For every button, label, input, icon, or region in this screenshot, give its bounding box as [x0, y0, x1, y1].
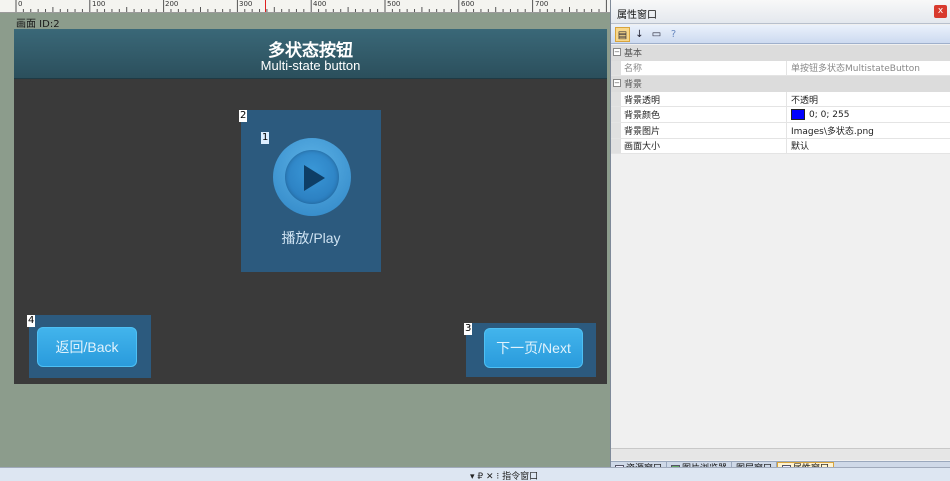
play-triangle-icon [304, 165, 325, 191]
categorized-view-icon[interactable]: ▤ [615, 27, 630, 42]
color-swatch[interactable] [791, 109, 805, 121]
back-button[interactable]: 返回/Back [37, 327, 137, 367]
object-number-label: 4 [27, 315, 36, 327]
property-value[interactable]: 不透明 [787, 93, 950, 106]
category-label: 基本 [624, 49, 643, 60]
ruler-label: 300 [239, 0, 253, 8]
canvas-id-label: 画面 ID:2 [16, 19, 60, 30]
help-icon[interactable]: ? [666, 27, 681, 42]
category-background[interactable]: − 背景 [611, 76, 950, 92]
row-gutter [611, 138, 621, 154]
color-value-text: 0; 0; 255 [809, 109, 850, 120]
ruler-label: 200 [165, 0, 179, 8]
design-canvas[interactable]: 多状态按钮 Multi-state button 播放/Play 2 1 返回/… [14, 29, 607, 384]
collapse-icon[interactable]: − [613, 48, 621, 56]
property-value-color[interactable]: 0; 0; 255 [787, 109, 950, 121]
property-label: 画面大小 [611, 138, 787, 154]
category-basic[interactable]: − 基本 [611, 45, 950, 61]
ruler-label: 400 [313, 0, 327, 8]
command-window-tab[interactable]: ▾ ₽ ✕ ⁝ 指令窗口 [470, 469, 538, 481]
property-value[interactable]: 默认 [787, 139, 950, 152]
property-value[interactable]: 单按钮多状态MultistateButton [787, 61, 950, 74]
play-icon[interactable] [273, 138, 351, 216]
property-label: 背景图片 [611, 122, 787, 138]
properties-toolbar: ▤ ↓ ▭ ? [611, 25, 950, 44]
close-icon[interactable]: x [934, 5, 947, 18]
back-button-container[interactable]: 返回/Back [29, 315, 151, 378]
property-row-name[interactable]: 名称 单按钮多状态MultistateButton [611, 60, 950, 77]
title-english: Multi-state button [260, 58, 361, 73]
property-label: 背景透明 [611, 91, 787, 107]
play-icon-inner [285, 150, 339, 204]
panel-title-bar: 属性窗口 x [611, 0, 950, 24]
collapse-icon[interactable]: − [613, 79, 621, 88]
object-number-label: 2 [239, 110, 248, 122]
properties-panel[interactable]: 属性窗口 x ▤ ↓ ▭ ? − 基本 名称 单按钮多状态MultistateB… [610, 0, 950, 477]
property-label: 背景颜色 [611, 107, 787, 122]
property-row-transparency[interactable]: 背景透明 不透明 [611, 91, 950, 108]
panel-title: 属性窗口 [617, 10, 657, 21]
row-gutter [611, 60, 621, 76]
canvas-header[interactable]: 多状态按钮 Multi-state button [14, 29, 607, 79]
property-row-color[interactable]: 背景颜色 0; 0; 255 [611, 107, 950, 123]
ruler-label: 0 [18, 0, 23, 8]
property-grid: − 基本 名称 单按钮多状态MultistateButton − 背景 背景透明… [611, 45, 950, 155]
row-gutter [611, 107, 621, 122]
property-row-image[interactable]: 背景图片 Images\多状态.png [611, 122, 950, 139]
next-button-container[interactable]: 下一页/Next [466, 323, 596, 377]
ruler-label: 700 [535, 0, 549, 8]
next-button[interactable]: 下一页/Next [484, 328, 583, 368]
object-number-label: 1 [261, 132, 270, 144]
sort-alphabetical-icon[interactable]: ↓ [632, 27, 647, 42]
row-gutter [611, 91, 621, 107]
property-value[interactable]: Images\多状态.png [787, 124, 950, 137]
horizontal-ruler: 0 100 200 300 400 500 600 700 [0, 0, 610, 13]
property-row-size[interactable]: 画面大小 默认 [611, 138, 950, 155]
row-gutter [611, 122, 621, 138]
ruler-label: 600 [461, 0, 475, 8]
category-label: 背景 [624, 80, 643, 91]
ruler-label: 500 [387, 0, 401, 8]
property-pages-icon[interactable]: ▭ [649, 27, 664, 42]
ruler-label: 100 [92, 0, 106, 8]
ruler-cursor-marker [265, 0, 266, 12]
horizontal-scrollbar[interactable] [611, 448, 950, 460]
property-label: 名称 [611, 60, 787, 76]
bottom-status-bar: ▾ ₽ ✕ ⁝ 指令窗口 [0, 467, 950, 481]
play-label: 播放/Play [281, 230, 341, 246]
object-number-label: 3 [464, 323, 473, 335]
